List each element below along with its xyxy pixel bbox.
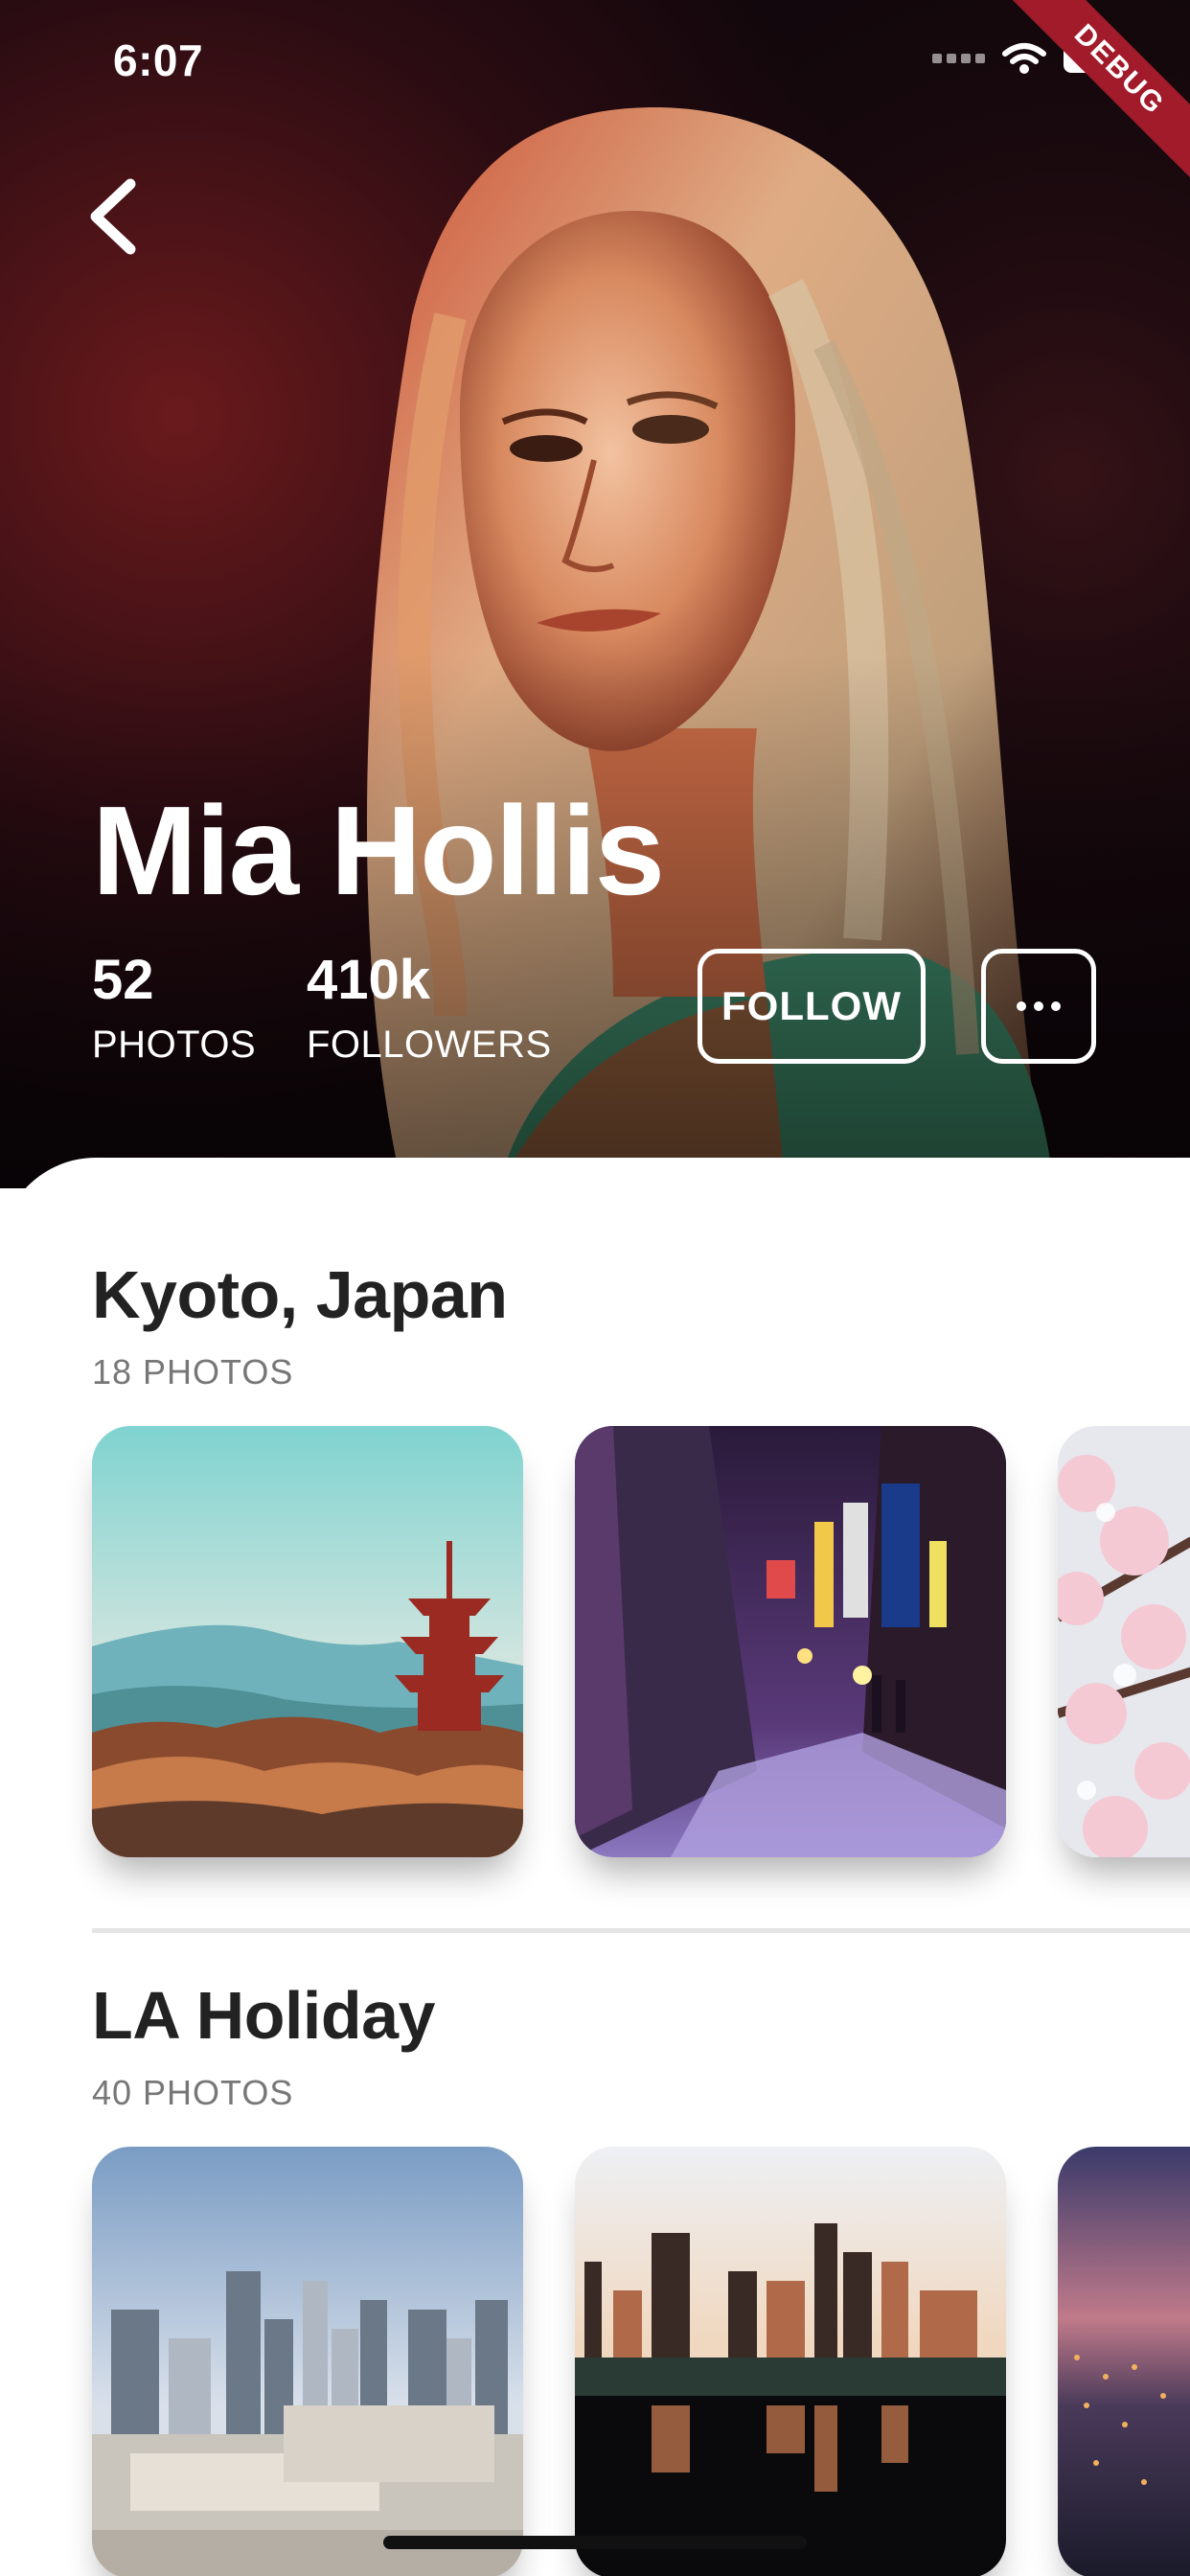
back-button[interactable]: [82, 176, 144, 257]
album-title: Kyoto, Japan: [92, 1257, 508, 1332]
album-photo-thumbnail[interactable]: [92, 2147, 523, 2576]
cellular-signal-icon: [932, 54, 985, 63]
stat-followers-value: 410k: [307, 949, 431, 1011]
stat-photos-label: PHOTOS: [92, 1024, 257, 1066]
album-photo-count: 18 PHOTOS: [92, 1352, 294, 1392]
profile-hero: 6:07 DEBUG Mia Hollis 52 PHOTOS 410k FOL: [0, 0, 1190, 1188]
status-time: 6:07: [113, 35, 204, 85]
album-photo-thumbnail[interactable]: [575, 2147, 1006, 2576]
album-divider: [92, 1928, 1190, 1933]
album-photo-thumbnail[interactable]: [1058, 1426, 1190, 1857]
chevron-left-icon: [90, 178, 136, 255]
stat-photos-value: 52: [92, 949, 154, 1011]
album-photo-thumbnail[interactable]: [575, 1426, 1006, 1857]
album-title: LA Holiday: [92, 1978, 436, 2053]
wifi-icon: [1002, 43, 1046, 74]
stat-followers-label: FOLLOWERS: [307, 1024, 552, 1066]
more-button[interactable]: [981, 949, 1096, 1064]
status-icons: [932, 42, 1130, 75]
stat-photos: 52 PHOTOS: [92, 949, 257, 1066]
profile-name: Mia Hollis: [92, 780, 665, 921]
home-indicator[interactable]: [383, 2536, 807, 2549]
stat-followers: 410k FOLLOWERS: [307, 949, 552, 1066]
more-horizontal-icon: [1017, 1001, 1026, 1011]
album-photo-thumbnail[interactable]: [92, 1426, 523, 1857]
album-photo-thumbnail[interactable]: [1058, 2147, 1190, 2576]
battery-icon: [1064, 44, 1130, 73]
album-photo-count: 40 PHOTOS: [92, 2073, 294, 2112]
follow-button[interactable]: FOLLOW: [698, 949, 926, 1064]
profile-screen: 6:07 DEBUG Mia Hollis 52 PHOTOS 410k FOL: [0, 0, 1190, 2576]
